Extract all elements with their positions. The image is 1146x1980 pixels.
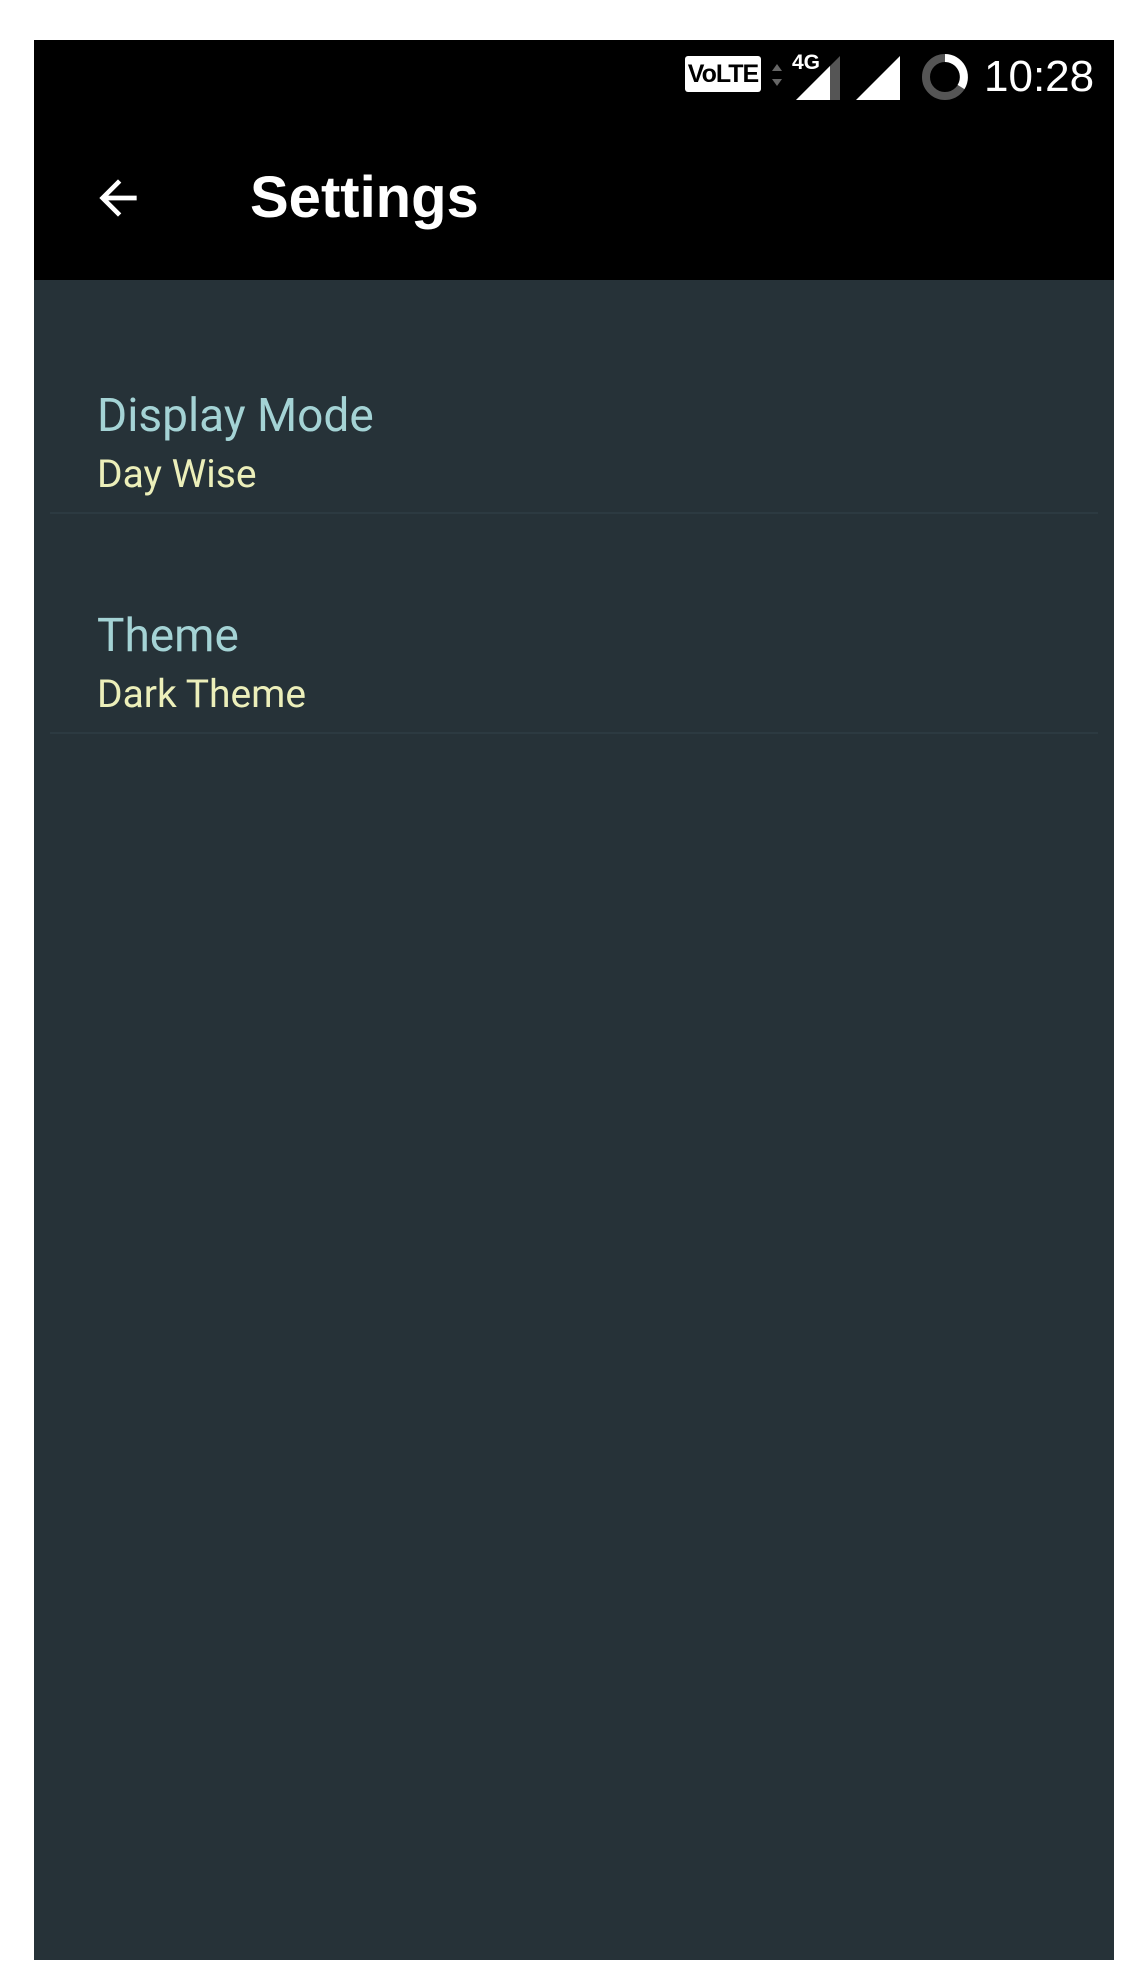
page-title: Settings [250, 165, 479, 230]
network-type-label: 4G [792, 51, 821, 74]
status-bar: VoLTE 4G 10:28 [34, 40, 1114, 116]
pref-theme-summary: Dark Theme [97, 671, 307, 717]
data-activity-icon [772, 64, 782, 86]
status-clock: 10:28 [984, 52, 1095, 101]
signal-icon [856, 56, 900, 100]
settings-screen: VoLTE 4G 10:28 Settings Display Mode Day… [34, 40, 1114, 1960]
pref-display-mode[interactable]: Display Mode Day Wise [34, 280, 1114, 500]
pref-display-mode-title: Display Mode [97, 389, 374, 443]
pref-display-mode-summary: Day Wise [97, 451, 257, 497]
volte-icon: VoLTE [685, 56, 761, 92]
back-button[interactable] [78, 158, 158, 238]
pref-theme[interactable]: Theme Dark Theme [34, 514, 1114, 734]
arrow-back-icon [99, 179, 137, 217]
volte-label: VoLTE [687, 60, 759, 88]
app-toolbar: Settings [34, 116, 1114, 280]
pref-theme-title: Theme [97, 609, 239, 663]
divider [50, 732, 1098, 734]
battery-icon [922, 54, 968, 100]
